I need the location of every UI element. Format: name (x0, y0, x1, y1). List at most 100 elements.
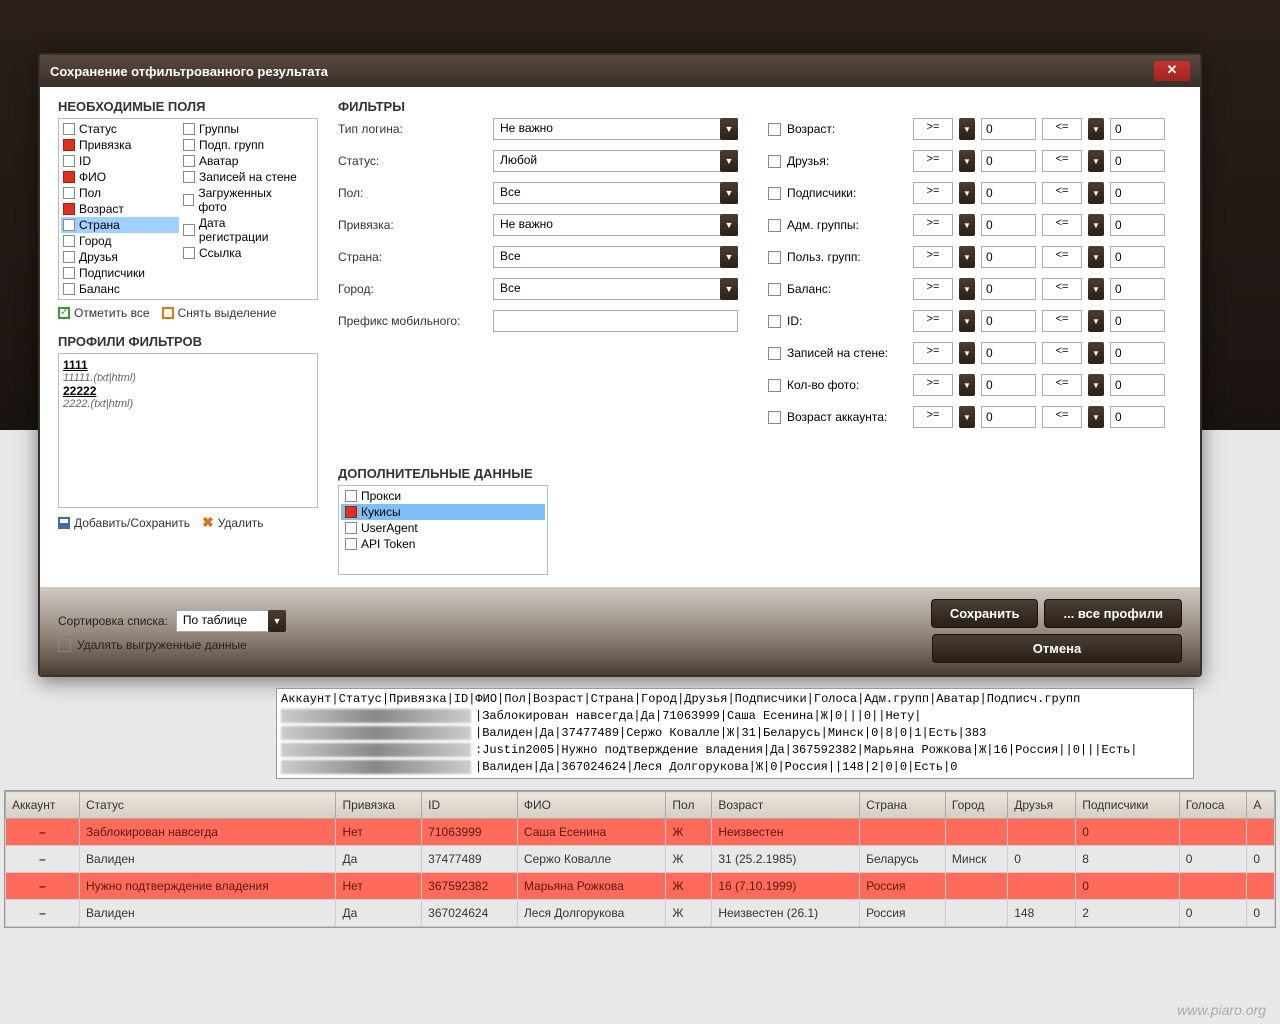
delete-uploaded-checkbox[interactable] (58, 639, 71, 652)
field-item[interactable]: Подп. групп (181, 137, 299, 153)
field-item[interactable]: Страна (61, 217, 179, 233)
mobile-prefix-input[interactable] (493, 310, 738, 332)
range-value-input[interactable] (981, 246, 1036, 268)
profile-item[interactable]: 22222 (63, 384, 313, 398)
range-operator[interactable]: <= (1042, 278, 1082, 300)
save-button[interactable]: Сохранить (931, 599, 1039, 628)
table-row[interactable]: –Нужно подтверждение владенияНет36759238… (6, 873, 1275, 900)
table-header[interactable]: Город (945, 792, 1007, 819)
range-checkbox[interactable] (768, 155, 781, 168)
range-value-input[interactable] (1110, 246, 1165, 268)
delete-profile-button[interactable]: ✖ Удалить (202, 514, 264, 531)
range-operator[interactable]: >= (913, 342, 953, 364)
range-value-input[interactable] (1110, 310, 1165, 332)
range-value-input[interactable] (981, 310, 1036, 332)
range-value-input[interactable] (1110, 150, 1165, 172)
field-item[interactable]: Возраст (61, 201, 179, 217)
table-row[interactable]: –ВалиденДа367024624Леся ДолгоруковаЖНеиз… (6, 900, 1275, 927)
field-item[interactable]: ID (61, 153, 179, 169)
range-checkbox[interactable] (768, 315, 781, 328)
extra-item[interactable]: Кукисы (341, 504, 545, 520)
range-checkbox[interactable] (768, 347, 781, 360)
table-header[interactable]: Возраст (712, 792, 860, 819)
all-profiles-button[interactable]: ... все профили (1044, 599, 1182, 628)
table-header[interactable]: Голоса (1179, 792, 1247, 819)
field-item[interactable]: Дата регистрации (181, 215, 299, 245)
range-operator[interactable]: <= (1042, 374, 1082, 396)
range-checkbox[interactable] (768, 411, 781, 424)
field-item[interactable]: Друзья (61, 249, 179, 265)
extra-item[interactable]: Прокси (341, 488, 545, 504)
range-value-input[interactable] (981, 150, 1036, 172)
filter-select[interactable]: Любой (493, 150, 738, 172)
deselect-button[interactable]: Снять выделение (162, 306, 277, 320)
cancel-button[interactable]: Отмена (932, 634, 1182, 663)
field-item[interactable]: Ссылка (181, 245, 299, 261)
range-operator[interactable]: >= (913, 406, 953, 428)
select-all-button[interactable]: Отметить все (58, 306, 150, 320)
range-value-input[interactable] (981, 278, 1036, 300)
range-value-input[interactable] (1110, 406, 1165, 428)
table-header[interactable]: ФИО (517, 792, 666, 819)
field-item[interactable]: Подписчики (61, 265, 179, 281)
field-item[interactable]: Записей на стене (181, 169, 299, 185)
table-header[interactable]: Привязка (336, 792, 422, 819)
field-item[interactable]: Загруженных фото (181, 185, 299, 215)
range-operator[interactable]: <= (1042, 406, 1082, 428)
extra-item[interactable]: UserAgent (341, 520, 545, 536)
range-operator[interactable]: >= (913, 214, 953, 236)
range-checkbox[interactable] (768, 251, 781, 264)
range-operator[interactable]: <= (1042, 246, 1082, 268)
range-operator[interactable]: >= (913, 246, 953, 268)
table-header[interactable]: Подписчики (1076, 792, 1180, 819)
field-item[interactable]: Аватар (181, 153, 299, 169)
filter-select[interactable]: Все (493, 182, 738, 204)
table-header[interactable]: Статус (79, 792, 336, 819)
range-value-input[interactable] (981, 214, 1036, 236)
table-header[interactable]: Друзья (1008, 792, 1076, 819)
range-operator[interactable]: >= (913, 310, 953, 332)
field-item[interactable]: Пол (61, 185, 179, 201)
field-item[interactable]: Город (61, 233, 179, 249)
extra-item[interactable]: API Token (341, 536, 545, 552)
range-value-input[interactable] (981, 118, 1036, 140)
range-operator[interactable]: >= (913, 278, 953, 300)
range-value-input[interactable] (1110, 118, 1165, 140)
range-value-input[interactable] (1110, 374, 1165, 396)
range-checkbox[interactable] (768, 283, 781, 296)
filter-select[interactable]: Не важно (493, 214, 738, 236)
filter-select[interactable]: Все (493, 246, 738, 268)
range-checkbox[interactable] (768, 379, 781, 392)
range-value-input[interactable] (1110, 182, 1165, 204)
range-value-input[interactable] (1110, 342, 1165, 364)
filter-select[interactable]: Не важно (493, 118, 738, 140)
range-operator[interactable]: <= (1042, 118, 1082, 140)
table-row[interactable]: –Заблокирован навсегдаНет71063999Саша Ес… (6, 819, 1275, 846)
range-operator[interactable]: <= (1042, 342, 1082, 364)
range-value-input[interactable] (981, 182, 1036, 204)
field-item[interactable]: Баланс (61, 281, 179, 297)
add-save-profile-button[interactable]: Добавить/Сохранить (58, 516, 190, 530)
profile-item[interactable]: 1111 (63, 358, 313, 372)
range-value-input[interactable] (981, 374, 1036, 396)
range-operator[interactable]: <= (1042, 182, 1082, 204)
filter-select[interactable]: Все (493, 278, 738, 300)
range-value-input[interactable] (981, 406, 1036, 428)
table-header[interactable]: А (1247, 792, 1275, 819)
range-value-input[interactable] (981, 342, 1036, 364)
range-operator[interactable]: >= (913, 150, 953, 172)
range-operator[interactable]: <= (1042, 214, 1082, 236)
range-operator[interactable]: >= (913, 118, 953, 140)
table-row[interactable]: –ВалиденДа37477489Сержо КоваллеЖ31 (25.2… (6, 846, 1275, 873)
range-checkbox[interactable] (768, 123, 781, 136)
range-value-input[interactable] (1110, 214, 1165, 236)
range-checkbox[interactable] (768, 219, 781, 232)
table-header[interactable]: Страна (860, 792, 946, 819)
range-operator[interactable]: <= (1042, 310, 1082, 332)
table-header[interactable]: Аккаунт (6, 792, 80, 819)
range-checkbox[interactable] (768, 187, 781, 200)
field-item[interactable]: Привязка (61, 137, 179, 153)
field-item[interactable]: Статус (61, 121, 179, 137)
range-operator[interactable]: >= (913, 182, 953, 204)
range-operator[interactable]: <= (1042, 150, 1082, 172)
